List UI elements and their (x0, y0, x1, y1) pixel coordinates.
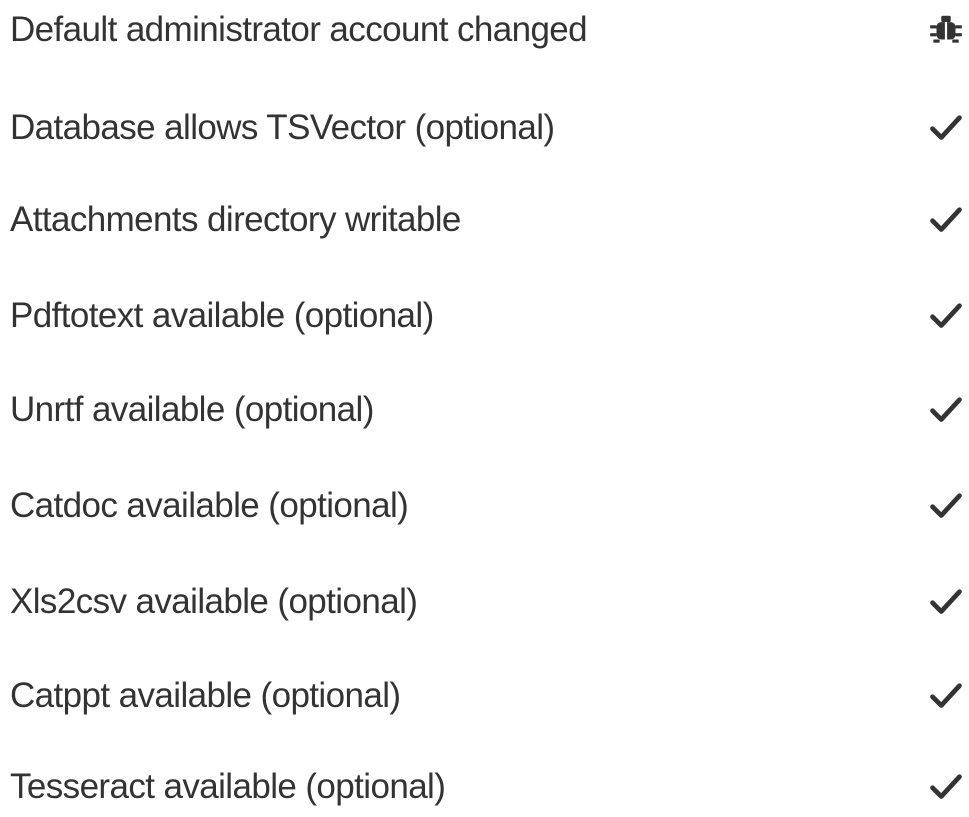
check-icon (930, 493, 962, 518)
check-icon (930, 115, 962, 140)
check-label: Pdftotext available (optional) (10, 296, 434, 335)
check-label: Attachments directory writable (10, 200, 461, 239)
check-row-tsvector: Database allows TSVector (optional) (0, 98, 969, 158)
check-label: Catppt available (optional) (10, 676, 401, 715)
check-row-attachments: Attachments directory writable (0, 190, 969, 250)
check-row-default-admin: Default administrator account changed (0, 0, 969, 60)
check-row-catdoc: Catdoc available (optional) (0, 476, 969, 536)
check-row-tesseract: Tesseract available (optional) (0, 757, 969, 817)
check-label: Database allows TSVector (optional) (10, 108, 555, 147)
check-icon (930, 207, 962, 232)
check-label: Default administrator account changed (10, 10, 588, 49)
check-label: Xls2csv available (optional) (10, 582, 418, 621)
check-label: Tesseract available (optional) (10, 767, 446, 806)
check-icon (930, 683, 962, 708)
check-icon (930, 774, 962, 799)
check-label: Catdoc available (optional) (10, 486, 409, 525)
check-label: Unrtf available (optional) (10, 390, 374, 429)
check-row-unrtf: Unrtf available (optional) (0, 380, 969, 440)
check-row-catppt: Catppt available (optional) (0, 666, 969, 726)
bug-icon (930, 15, 962, 43)
check-icon (930, 303, 962, 328)
check-icon (930, 397, 962, 422)
check-row-xls2csv: Xls2csv available (optional) (0, 572, 969, 632)
check-row-pdftotext: Pdftotext available (optional) (0, 286, 969, 346)
system-check-list: Default administrator account changed Da… (0, 0, 969, 810)
check-icon (930, 589, 962, 614)
